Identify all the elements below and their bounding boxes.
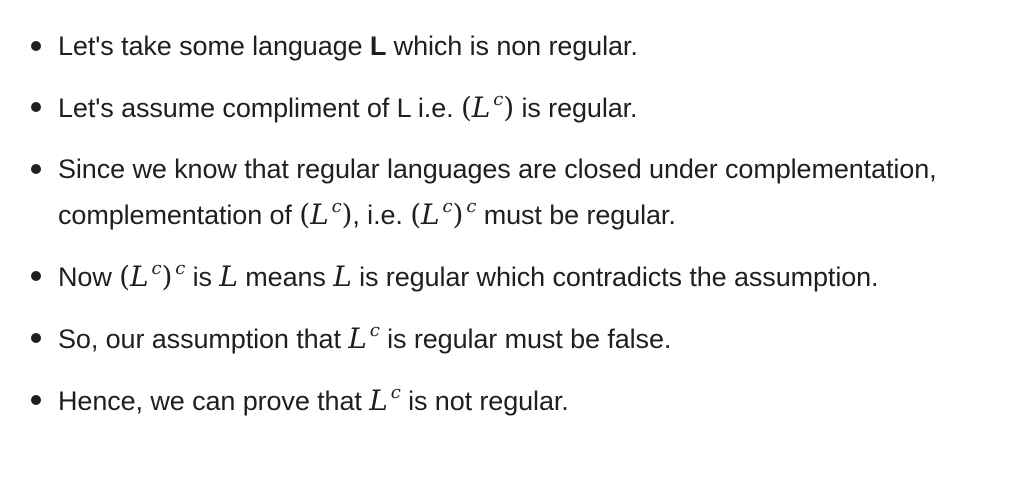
item-text-pre: Hence, we can prove that: [58, 386, 370, 416]
item-text-post: which is non regular.: [386, 31, 638, 61]
item-text-pre: So, our assumption that: [58, 324, 349, 354]
item-text-mid: , i.e.: [352, 200, 411, 230]
math-expression: (L c) c: [410, 196, 477, 232]
item-text-pre: Now: [58, 262, 120, 292]
item-text-post: is regular must be false.: [379, 324, 672, 354]
math-expression: (L c): [299, 196, 353, 232]
bullet-icon: [31, 102, 41, 112]
bullet-icon: [31, 333, 41, 343]
bullet-icon: [31, 164, 41, 174]
item-text-post: is regular.: [514, 93, 638, 123]
item-text-post: must be regular.: [476, 200, 676, 230]
item-text-pre: Let's assume compliment of L i.e.: [58, 93, 461, 123]
bullet-icon: [31, 395, 41, 405]
math-expression: Lc: [348, 320, 380, 356]
list-item: Since we know that regular languages are…: [0, 147, 1030, 238]
item-text-post: is regular which contradicts the assumpt…: [351, 262, 879, 292]
math-expression: (L c): [460, 89, 515, 125]
bullet-icon: [31, 41, 41, 51]
list-item: So, our assumption that Lc is regular mu…: [0, 316, 1030, 362]
math-symbol: L: [333, 260, 352, 293]
bullet-icon: [31, 271, 41, 281]
item-text-mid: means: [237, 262, 334, 292]
item-text-post: is not regular.: [400, 386, 569, 416]
list-item: Hence, we can prove that Lc is not regul…: [0, 378, 1030, 424]
item-text-mid: is: [185, 262, 220, 292]
language-symbol: L: [369, 31, 387, 61]
list-item: Now (L c) c is L means L is regular which …: [0, 254, 1030, 300]
math-expression: (L c) c: [119, 258, 186, 294]
math-symbol: L: [219, 260, 238, 293]
list-item: Let's take some language L which is non …: [0, 24, 1030, 69]
item-text-pre: Let's take some language: [58, 31, 370, 61]
list-item: Let's assume compliment of L i.e. (L c) i…: [0, 85, 1030, 131]
math-expression: Lc: [369, 382, 401, 418]
bullet-list: Let's take some language L which is non …: [0, 0, 1030, 424]
